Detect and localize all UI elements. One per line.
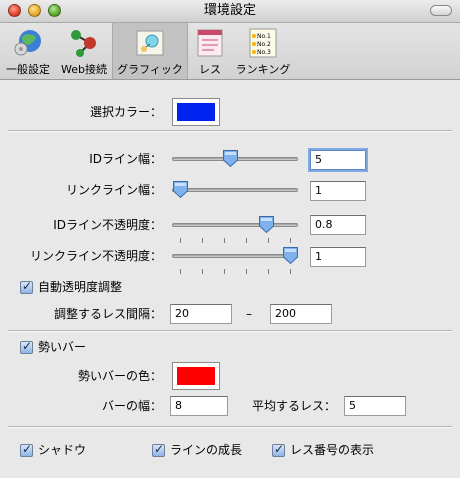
- slider-tick: [224, 269, 225, 274]
- slider-tick: [268, 269, 269, 274]
- tab-label: レス: [199, 63, 221, 76]
- bar-color-label: 勢いバーの色：: [77, 369, 162, 383]
- range-dash: –: [246, 307, 252, 321]
- svg-text:No.2: No.2: [257, 41, 271, 48]
- tab-label: Web接続: [61, 63, 107, 76]
- slider-tick: [202, 269, 203, 274]
- title-bar: 環境設定: [0, 0, 460, 23]
- res-number-checkbox[interactable]: [272, 442, 285, 457]
- tab-label: 一般設定: [6, 63, 50, 76]
- slider-ticks: [172, 238, 298, 244]
- link-line-width-slider[interactable]: [172, 181, 298, 203]
- toolbar: 一般設定 Web接続 グラフィック レス No.1 No.2 No.3 ランキン…: [0, 23, 460, 80]
- link-line-opacity-slider[interactable]: [172, 246, 299, 274]
- svg-text:No.1: No.1: [257, 33, 271, 40]
- slider-thumb[interactable]: [172, 180, 189, 199]
- tab-label: ランキング: [235, 63, 291, 76]
- slider-thumb[interactable]: [222, 149, 239, 168]
- divider: [8, 130, 452, 132]
- general-settings-icon: [14, 30, 41, 56]
- bar-color-well[interactable]: [172, 362, 220, 390]
- window-title: 環境設定: [203, 3, 256, 18]
- link-line-width-field[interactable]: 1: [310, 181, 366, 201]
- slider-tick: [290, 269, 291, 274]
- slider-tick: [180, 269, 181, 274]
- link-line-width-label: リンクライン幅：: [65, 183, 162, 197]
- slider-ticks: [172, 269, 298, 275]
- momentum-bar-label: 勢いバー: [38, 340, 87, 354]
- range-label: 調整するレス間隔：: [53, 307, 162, 321]
- average-res-label: 平均するレス：: [251, 399, 336, 413]
- id-line-width-field[interactable]: 5: [310, 150, 366, 170]
- divider: [8, 426, 452, 428]
- id-line-width-label: IDライン幅：: [89, 152, 162, 166]
- link-line-opacity-field[interactable]: 1: [310, 247, 366, 267]
- line-growth-checkbox[interactable]: [152, 442, 165, 457]
- link-line-opacity-label: リンクライン不透明度：: [29, 249, 162, 263]
- slider-tick: [290, 238, 291, 243]
- shadow-label: シャドウ: [38, 443, 87, 457]
- graphics-icon: [136, 30, 164, 56]
- bar-width-label: バーの幅：: [101, 399, 162, 413]
- selection-color-swatch: [177, 103, 215, 121]
- selection-color-label: 選択カラー：: [89, 105, 162, 119]
- tab-web-connection[interactable]: Web接続: [58, 23, 110, 79]
- auto-opacity-label: 自動透明度調整: [38, 280, 123, 294]
- id-line-opacity-slider[interactable]: [172, 215, 298, 243]
- svg-text:No.3: No.3: [257, 49, 271, 56]
- momentum-bar-checkbox[interactable]: [20, 339, 33, 354]
- id-line-width-slider[interactable]: [172, 150, 298, 172]
- slider-tick: [224, 238, 225, 243]
- slider-track: [172, 254, 298, 258]
- tab-general[interactable]: 一般設定: [2, 23, 54, 79]
- bar-color-swatch: [177, 367, 215, 385]
- slider-tick: [246, 269, 247, 274]
- slider-track: [172, 223, 298, 227]
- id-line-opacity-field[interactable]: 0.8: [310, 215, 366, 235]
- tab-label: グラフィック: [117, 63, 183, 76]
- line-growth-label: ラインの成長: [170, 443, 243, 457]
- slider-thumb[interactable]: [282, 246, 299, 265]
- average-res-field[interactable]: 5: [344, 396, 406, 416]
- range-from-field[interactable]: 20: [170, 304, 232, 324]
- slider-tick: [246, 238, 247, 243]
- slider-track: [172, 188, 298, 192]
- web-connection-icon: [71, 30, 96, 57]
- slider-tick: [268, 238, 269, 243]
- res-number-label: レス番号の表示: [290, 443, 375, 457]
- divider: [8, 330, 452, 332]
- graphics-panel: 選択カラー： IDライン幅： 5 リンクライン幅： 1 IDライン不透明度： 0…: [0, 80, 460, 478]
- slider-tick: [180, 238, 181, 243]
- response-icon: [197, 29, 223, 57]
- id-line-opacity-label: IDライン不透明度：: [53, 218, 162, 232]
- toolbar-toggle-button[interactable]: [430, 5, 452, 16]
- slider-tick: [202, 238, 203, 243]
- tab-response[interactable]: レス: [190, 23, 230, 79]
- slider-thumb[interactable]: [258, 215, 275, 234]
- tab-ranking[interactable]: No.1 No.2 No.3 ランキング: [232, 23, 294, 79]
- bar-width-field[interactable]: 8: [170, 396, 228, 416]
- auto-opacity-checkbox[interactable]: [20, 279, 33, 294]
- shadow-checkbox[interactable]: [20, 442, 33, 457]
- range-to-field[interactable]: 200: [270, 304, 332, 324]
- tab-graphics[interactable]: グラフィック: [112, 23, 188, 79]
- selection-color-well[interactable]: [172, 98, 220, 126]
- ranking-icon: No.1 No.2 No.3: [249, 28, 277, 58]
